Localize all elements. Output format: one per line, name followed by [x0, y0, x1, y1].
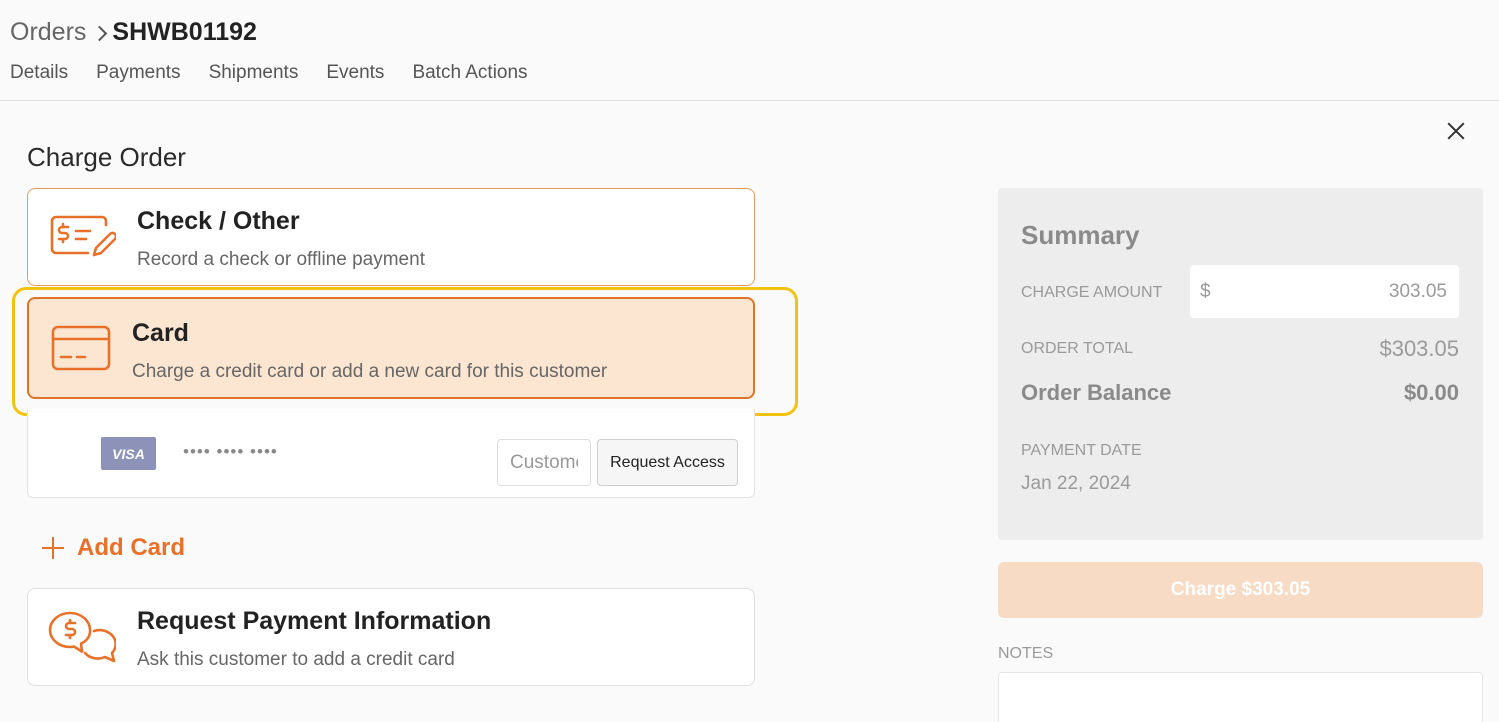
- add-card-button[interactable]: Add Card: [42, 534, 185, 562]
- charge-amount-field[interactable]: $ 303.05: [1190, 265, 1459, 318]
- plus-icon: [42, 537, 64, 559]
- tab-batch-actions[interactable]: Batch Actions: [412, 62, 527, 84]
- payment-date-value[interactable]: Jan 22, 2024: [1021, 473, 1131, 495]
- check-payment-icon: [50, 213, 118, 266]
- order-balance-label: Order Balance: [1021, 380, 1172, 405]
- card-title: Card: [132, 319, 189, 347]
- chat-dollar-icon: [48, 611, 117, 668]
- page-title: Charge Order: [27, 142, 186, 172]
- breadcrumb-orders-link[interactable]: Orders: [10, 18, 86, 47]
- request-payment-description: Ask this customer to add a credit card: [137, 649, 455, 670]
- add-card-label: Add Card: [77, 534, 185, 561]
- check-other-description: Record a check or offline payment: [137, 249, 425, 270]
- breadcrumb: Orders SHWB01192: [10, 18, 257, 47]
- order-total-value: $303.05: [1379, 336, 1459, 361]
- currency-symbol: $: [1200, 281, 1211, 302]
- tab-events[interactable]: Events: [326, 62, 384, 84]
- tab-bar: Details Payments Shipments Events Batch …: [10, 62, 556, 84]
- card-description: Charge a credit card or add a new card f…: [132, 361, 608, 382]
- order-total-label: ORDER TOTAL: [1021, 340, 1134, 357]
- saved-card-row: VISA •••• •••• •••• Request Access: [27, 409, 755, 498]
- breadcrumb-current: SHWB01192: [112, 18, 257, 46]
- notes-label: NOTES: [998, 645, 1054, 662]
- customer-input[interactable]: [497, 439, 591, 486]
- request-access-button[interactable]: Request Access: [597, 439, 738, 486]
- masked-card-number: •••• •••• ••••: [183, 442, 278, 461]
- charge-amount-value: 303.05: [1388, 281, 1447, 302]
- charge-button[interactable]: Charge $303.05: [998, 562, 1483, 618]
- visa-logo: VISA: [101, 437, 156, 470]
- summary-panel: Summary CHARGE AMOUNT $ 303.05 ORDER TOT…: [998, 188, 1483, 540]
- check-other-option[interactable]: Check / Other Record a check or offline …: [27, 188, 755, 286]
- tab-details[interactable]: Details: [10, 62, 68, 84]
- tab-payments[interactable]: Payments: [96, 62, 180, 84]
- card-option[interactable]: Card Charge a credit card or add a new c…: [27, 297, 755, 399]
- summary-title: Summary: [1021, 220, 1140, 250]
- charge-amount-label: CHARGE AMOUNT: [1021, 284, 1163, 301]
- tab-shipments[interactable]: Shipments: [209, 62, 299, 84]
- notes-textarea[interactable]: [998, 672, 1483, 722]
- page-header: Orders SHWB01192 Details Payments Shipme…: [0, 0, 1499, 101]
- order-balance-value: $0.00: [1403, 380, 1459, 405]
- request-payment-title: Request Payment Information: [137, 607, 492, 635]
- chevron-right-icon: [94, 23, 106, 43]
- close-icon[interactable]: [1443, 118, 1469, 144]
- payment-date-label: PAYMENT DATE: [1021, 442, 1142, 459]
- credit-card-icon: [51, 325, 111, 376]
- request-payment-option[interactable]: Request Payment Information Ask this cus…: [27, 588, 755, 686]
- check-other-title: Check / Other: [137, 207, 300, 235]
